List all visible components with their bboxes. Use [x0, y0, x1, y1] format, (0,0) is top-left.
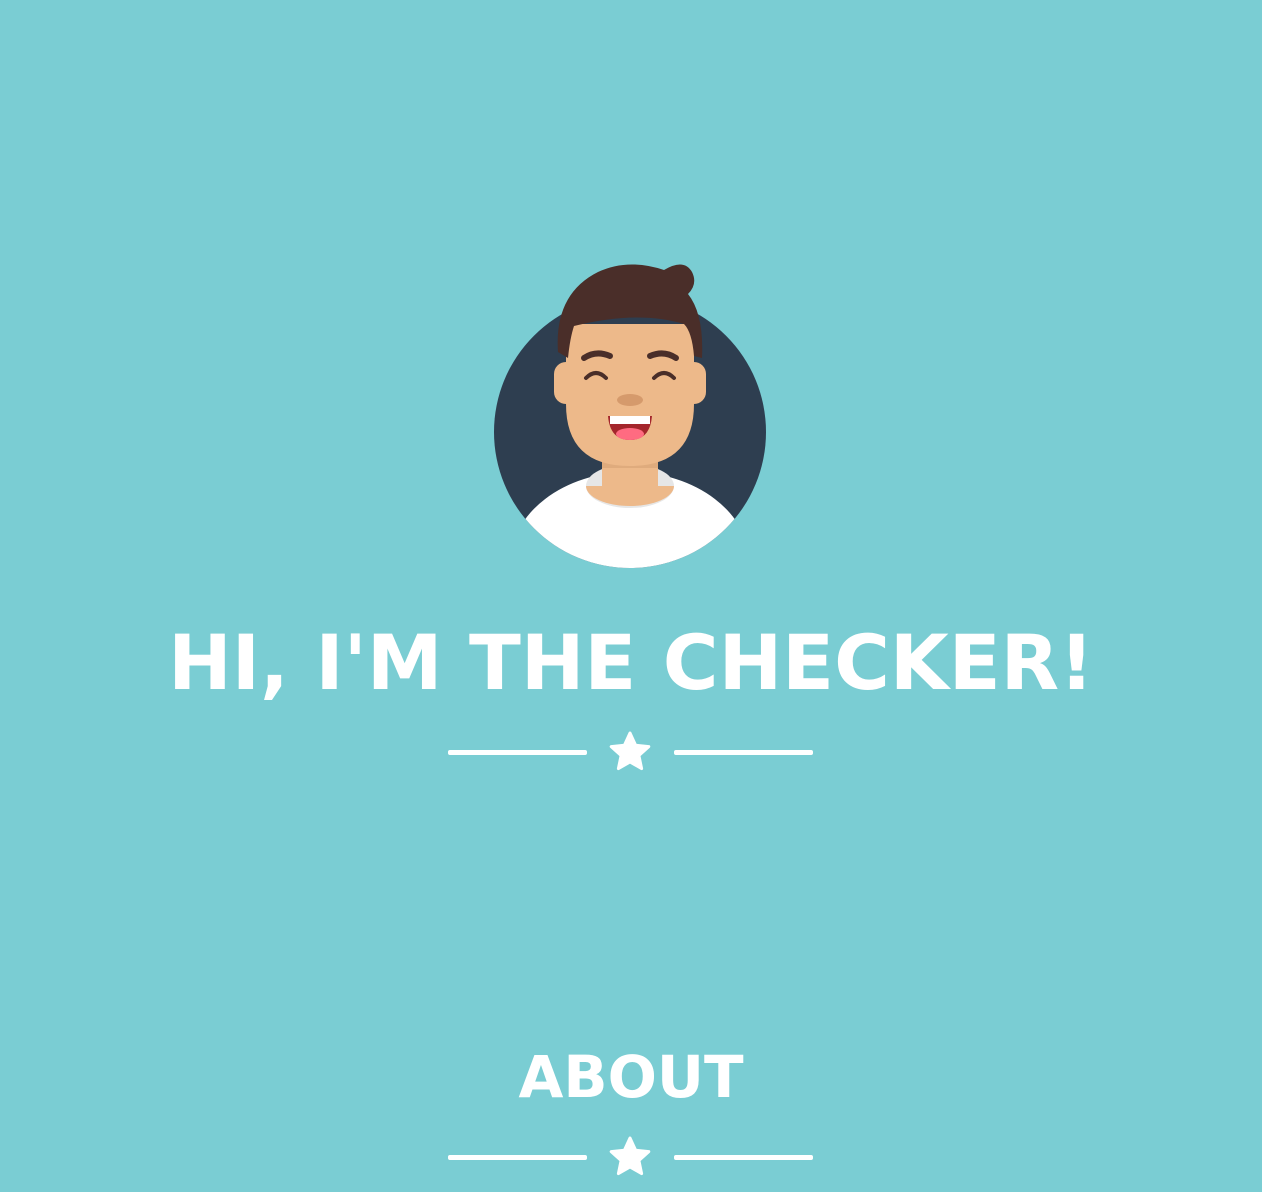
star-icon	[609, 1136, 651, 1176]
hero-section: HI, I'M THE CHECKER! ABOUT	[0, 0, 1262, 1192]
star-icon	[609, 731, 651, 771]
divider-line-right	[674, 750, 813, 755]
divider-line-left	[448, 1155, 587, 1160]
avatar-icon	[494, 264, 766, 568]
divider-line-left	[448, 750, 587, 755]
hero-star-divider	[448, 729, 814, 775]
about-heading: ABOUT	[518, 1043, 744, 1111]
about-star-divider	[448, 1134, 814, 1180]
divider-line-right	[674, 1155, 813, 1160]
hero-title: HI, I'M THE CHECKER!	[168, 618, 1094, 707]
